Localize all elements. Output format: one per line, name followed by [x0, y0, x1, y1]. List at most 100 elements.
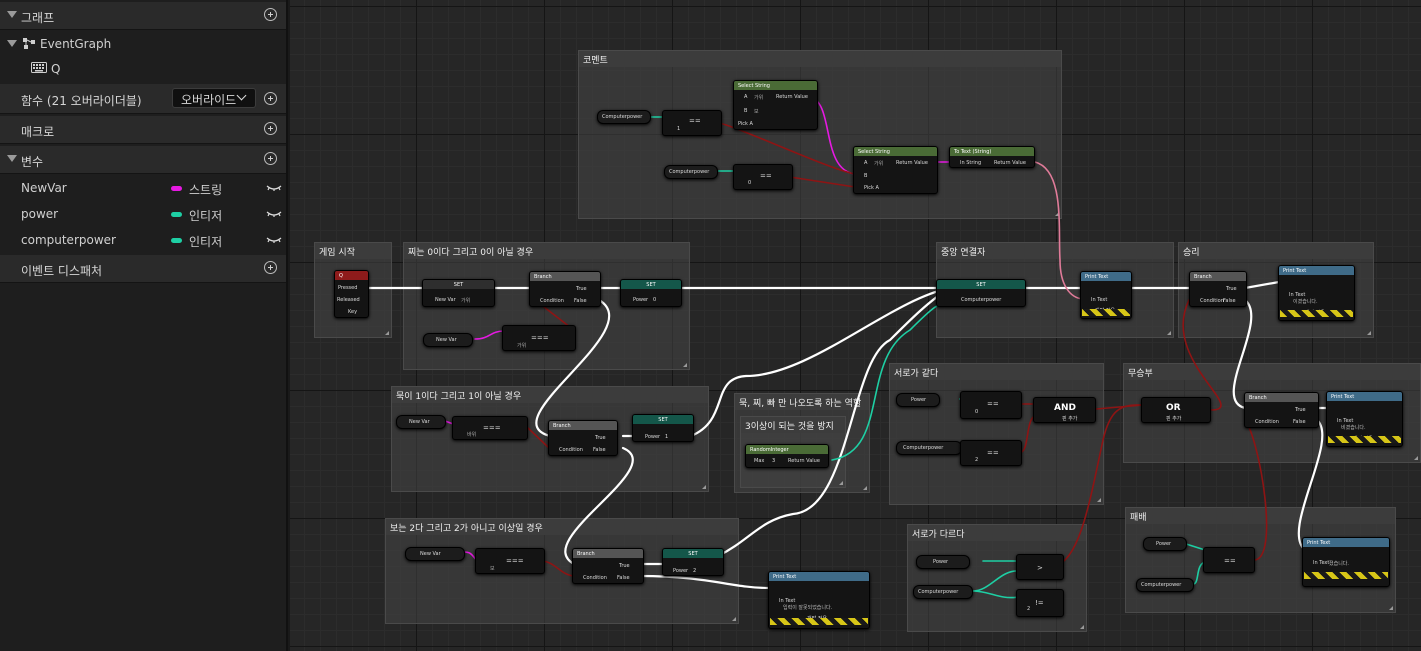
variable-item-newvar[interactable]: NewVar 스트링	[0, 176, 286, 200]
operator-label: ==	[760, 172, 772, 180]
operator-label: ===	[506, 557, 524, 565]
override-dropdown[interactable]: 오버라이드	[172, 88, 256, 108]
branch-node[interactable]: Branch Condition True False	[1189, 271, 1247, 307]
get-computerpower-node[interactable]: Computerpower	[664, 165, 718, 179]
string-equal-node[interactable]: === 가위	[502, 325, 576, 351]
string-equal-node[interactable]: === 바위	[452, 416, 528, 440]
branch-node[interactable]: Branch Condition True False	[572, 548, 644, 584]
string-equal-node[interactable]: === 보	[475, 548, 545, 574]
operator-label: ==	[689, 117, 701, 125]
condition-pin: Condition	[1255, 419, 1279, 425]
equal-node[interactable]: ==	[1203, 547, 1255, 573]
eye-closed-icon[interactable]	[266, 236, 282, 244]
macros-section-header[interactable]: 매크로	[0, 116, 286, 144]
variable-item-power[interactable]: power 인티저	[0, 202, 286, 226]
set-computerpower-node[interactable]: SET Computerpower	[936, 279, 1026, 307]
add-graph-icon[interactable]	[264, 8, 277, 21]
operator-label: ==	[987, 400, 999, 408]
functions-section-header[interactable]: 함수 (21 오버라이더블) 오버라이드	[0, 84, 286, 114]
event-dispatchers-section-header[interactable]: 이벤트 디스패처	[0, 255, 286, 283]
to-text-node[interactable]: To Text (String) In String Return Value	[949, 146, 1035, 168]
node-title: To Text (String)	[950, 147, 1034, 156]
blueprint-graph-canvas[interactable]: 코멘트 게임 시작 찌는 0이다 그리고 0이 아닐 경우 중앙 연결자 승리 …	[290, 0, 1421, 651]
get-computerpower-node[interactable]: Computerpower	[597, 110, 651, 124]
power-pin: Power	[673, 568, 689, 574]
q-event-item[interactable]: Q	[0, 57, 286, 81]
q-event-label: Q	[51, 62, 61, 76]
return-value-pin: Return Value	[788, 458, 820, 464]
power-pin: Power	[645, 434, 661, 440]
variables-section-label: 변수	[21, 155, 44, 169]
expand-arrow-icon[interactable]	[7, 40, 17, 47]
print-text-win-node[interactable]: Print TextIn Text이겼습니다.개발 전용	[1278, 265, 1355, 321]
get-power-node[interactable]: Power	[916, 555, 970, 569]
not-equal-node[interactable]: != 2	[1016, 589, 1064, 617]
get-power-node[interactable]: Power	[1143, 537, 1187, 551]
add-dispatcher-icon[interactable]	[264, 261, 277, 274]
pin-a: A	[744, 94, 748, 100]
get-computerpower-node[interactable]: Computerpower	[896, 441, 962, 455]
pin-value: 0	[975, 409, 979, 415]
return-value-pin: Return Value	[994, 160, 1026, 166]
my-blueprint-panel: 그래프 EventGraph Q 함수 (21 오버라이더블) 오버라이드 매크…	[0, 0, 288, 651]
operator-label: ===	[531, 334, 549, 342]
select-string-node[interactable]: Select String A 가위 B 보 Pick A Return Value	[733, 80, 818, 130]
and-node[interactable]: AND 핀 추가	[1033, 397, 1096, 423]
node-label: Power	[1156, 541, 1172, 547]
node-title: Print Text	[1303, 538, 1389, 547]
in-text-value: 졌습니다.	[1329, 561, 1349, 567]
event-graph-label: EventGraph	[40, 37, 112, 51]
node-title: RandomInteger	[746, 445, 828, 454]
set-newvar-node[interactable]: SET New Var 가위	[422, 279, 495, 307]
event-graph-item[interactable]: EventGraph	[0, 32, 286, 56]
add-function-icon[interactable]	[264, 92, 277, 105]
in-text-pin: In Text	[1313, 560, 1330, 566]
print-text-error-node[interactable]: Print TextIn Text입력이 잘못되었습니다.개발 전용	[768, 571, 870, 629]
branch-node[interactable]: Branch Condition True False	[529, 271, 601, 307]
print-text-draw-node[interactable]: Print TextIn Text비겼습니다.개발 전용	[1326, 391, 1403, 447]
equal-node[interactable]: == 0	[960, 391, 1022, 419]
set-power-node[interactable]: SET Power 1	[632, 414, 694, 442]
eye-closed-icon[interactable]	[266, 184, 282, 192]
get-newvar-node[interactable]: New Var	[396, 415, 446, 429]
equal-node[interactable]: == 0	[733, 164, 793, 190]
set-power-node[interactable]: SET Power 0	[620, 279, 682, 307]
random-integer-node[interactable]: RandomInteger Max 3 Return Value	[745, 444, 829, 468]
equal-node[interactable]: == 1	[662, 110, 722, 136]
true-pin: True	[619, 563, 630, 569]
add-macro-icon[interactable]	[264, 122, 277, 135]
in-text-value: 비겼습니다.	[1341, 425, 1366, 431]
condition-pin: Condition	[583, 575, 607, 581]
get-computerpower-node[interactable]: Computerpower	[1136, 578, 1194, 592]
greater-node[interactable]: >	[1016, 554, 1064, 580]
variable-item-computerpower[interactable]: computerpower 인티저	[0, 228, 286, 252]
pin-pick-a: Pick A	[864, 185, 879, 191]
newvar-pin: New Var	[435, 297, 456, 303]
get-newvar-node[interactable]: New Var	[423, 333, 473, 347]
pin-value: 가위	[517, 343, 527, 349]
get-newvar-node[interactable]: New Var	[405, 547, 465, 561]
variables-section-header[interactable]: 변수	[0, 146, 286, 174]
node-label: Computerpower	[1141, 582, 1182, 588]
collapse-arrow-icon[interactable]	[7, 11, 17, 18]
print-text-lose-node[interactable]: Print TextIn Text졌습니다.개발 전용	[1302, 537, 1390, 587]
chevron-down-icon	[236, 90, 247, 101]
pin-a: A	[864, 160, 868, 166]
graphs-section-header[interactable]: 그래프	[0, 2, 286, 30]
select-string-node[interactable]: Select String A 가위 B Pick A Return Value	[853, 146, 938, 194]
power-value: 1	[665, 434, 669, 440]
variable-name: power	[21, 207, 59, 221]
eye-closed-icon[interactable]	[266, 210, 282, 218]
false-pin: False	[617, 575, 630, 581]
equal-node[interactable]: == 2	[960, 440, 1022, 466]
get-computerpower-node[interactable]: Computerpower	[913, 585, 973, 599]
add-variable-icon[interactable]	[264, 152, 277, 165]
collapse-arrow-icon[interactable]	[7, 155, 17, 162]
set-power-node[interactable]: SET Power 2	[662, 548, 724, 576]
branch-node[interactable]: Branch Condition True False	[548, 420, 618, 456]
get-power-node[interactable]: Power	[896, 393, 940, 407]
branch-node[interactable]: Branch Condition True False	[1244, 392, 1319, 428]
q-key-event-node[interactable]: Q Pressed Released Key	[334, 270, 369, 318]
print-text-node[interactable]: Print TextIn Text개발 전용	[1080, 271, 1132, 319]
or-node[interactable]: OR 핀 추가	[1141, 397, 1211, 423]
